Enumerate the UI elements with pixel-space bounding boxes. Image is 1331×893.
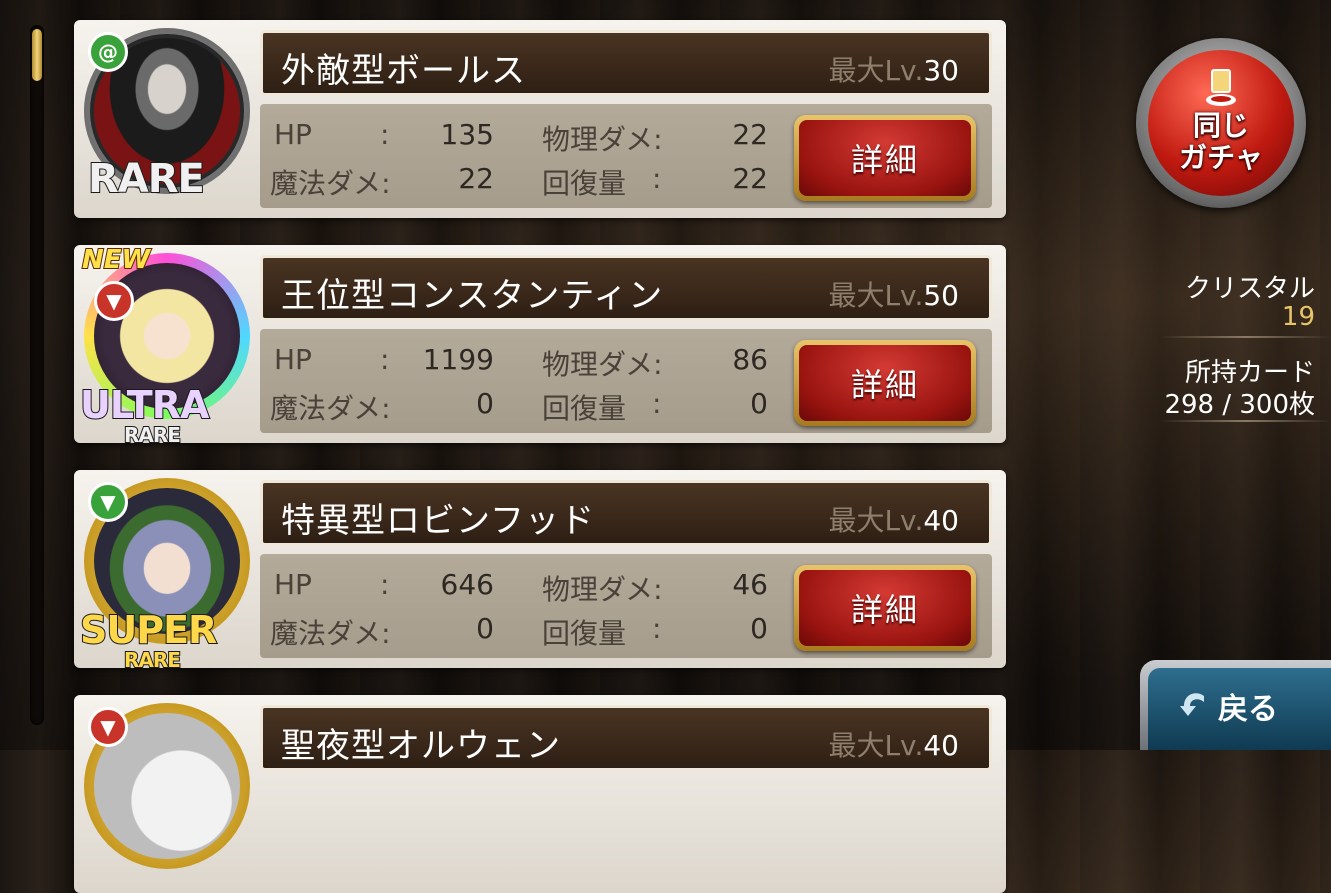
return-arrow-icon	[1180, 693, 1204, 716]
phys-label: 物理ダメ:	[542, 573, 663, 606]
card-avatar[interactable]: @ RARE	[84, 28, 250, 203]
heal-label: 回復量	[542, 617, 627, 650]
heal-label: 回復量	[542, 392, 627, 425]
max-level: 最大Lv.40	[828, 729, 959, 762]
phys-value: 22	[732, 118, 768, 151]
card-name: 聖夜型オルウェン	[281, 726, 561, 766]
back-button[interactable]: 戻る	[1140, 660, 1331, 750]
rarity-label: RARE	[87, 155, 206, 203]
attribute-shield-icon: ▼	[88, 482, 128, 522]
rarity-label: ULTRA	[79, 382, 210, 428]
card-name: 外敵型ボールス	[281, 51, 526, 91]
detail-button[interactable]: 詳細	[794, 115, 976, 201]
mag-label: 魔法ダメ:	[270, 617, 391, 650]
cards-owned-value: 298 / 300枚	[1164, 390, 1315, 420]
list-scrollbar[interactable]	[30, 25, 44, 725]
detail-button-label[interactable]: 詳細	[799, 570, 971, 646]
attribute-fire-icon: ▼	[88, 707, 128, 747]
detail-button[interactable]: 詳細	[794, 340, 976, 426]
card-avatar[interactable]: ▼ SUPER RARE	[79, 478, 250, 673]
hp-value: 646	[440, 568, 494, 601]
crystal-label: クリスタル	[1184, 274, 1315, 304]
phys-value: 86	[732, 343, 768, 376]
heal-label: 回復量	[542, 167, 627, 200]
divider	[1160, 336, 1331, 338]
phys-label: 物理ダメ:	[542, 348, 663, 381]
mag-label: 魔法ダメ:	[270, 392, 391, 425]
max-level: 最大Lv.50	[828, 279, 959, 312]
heal-value: 22	[732, 162, 768, 195]
same-gacha-button[interactable]: 同じ ガチャ	[1136, 38, 1306, 208]
phys-label: 物理ダメ:	[542, 123, 663, 156]
hp-label: HP	[274, 568, 312, 601]
hp-label: HP	[274, 118, 312, 151]
detail-button-label[interactable]: 詳細	[799, 120, 971, 196]
max-level: 最大Lv.40	[828, 504, 959, 537]
card-item[interactable]: ▼ NEW ULTRA RARE 王位型コンスタンティン 最大Lv.50 HP …	[74, 244, 1006, 448]
card-name-bar: 外敵型ボールス 最大Lv.30	[260, 30, 992, 96]
heal-value: 0	[750, 387, 768, 420]
attribute-fire-icon: ▼	[94, 281, 134, 321]
back-button-label[interactable]: 戻る	[1218, 684, 1278, 728]
mag-label: 魔法ダメ:	[270, 167, 391, 200]
card-avatar[interactable]: ▼	[84, 703, 250, 869]
mag-value: 22	[458, 162, 494, 195]
mag-value: 0	[476, 612, 494, 645]
card-name-bar: 聖夜型オルウェン 最大Lv.40	[260, 705, 992, 771]
card-item[interactable]: @ RARE 外敵型ボールス 最大Lv.30 HP : 135 物理ダメ: 22…	[74, 20, 1006, 218]
phys-value: 46	[732, 568, 768, 601]
card-item[interactable]: ▼ 聖夜型オルウェン 最大Lv.40	[74, 695, 1006, 893]
rarity-label: SUPER	[79, 607, 218, 653]
scroll-thumb[interactable]	[32, 29, 42, 81]
rarity-sub-label: RARE	[123, 422, 182, 448]
hp-label: HP	[274, 343, 312, 376]
rarity-sub-label: RARE	[123, 647, 182, 673]
detail-button[interactable]: 詳細	[794, 565, 976, 651]
card-avatar[interactable]: ▼ NEW ULTRA RARE	[79, 244, 250, 448]
heal-value: 0	[750, 612, 768, 645]
card-stack-icon	[1206, 69, 1236, 106]
card-item[interactable]: ▼ SUPER RARE 特異型ロビンフッド 最大Lv.40 HP : 646 …	[74, 470, 1006, 673]
divider	[1160, 420, 1331, 422]
attribute-wind-icon: @	[88, 32, 128, 72]
hp-value: 1199	[422, 343, 494, 376]
max-level: 最大Lv.30	[828, 54, 959, 87]
mag-value: 0	[476, 387, 494, 420]
new-badge: NEW	[81, 244, 151, 276]
detail-button-label[interactable]: 詳細	[799, 345, 971, 421]
card-name: 王位型コンスタンティン	[281, 276, 664, 316]
card-name-bar: 特異型ロビンフッド 最大Lv.40	[260, 480, 992, 546]
card-name-bar: 王位型コンスタンティン 最大Lv.50	[260, 255, 992, 321]
card-name: 特異型ロビンフッド	[281, 501, 595, 541]
crystal-value: 19	[1281, 302, 1315, 332]
same-gacha-label[interactable]: 同じ ガチャ	[1136, 110, 1306, 174]
hp-value: 135	[440, 118, 494, 151]
